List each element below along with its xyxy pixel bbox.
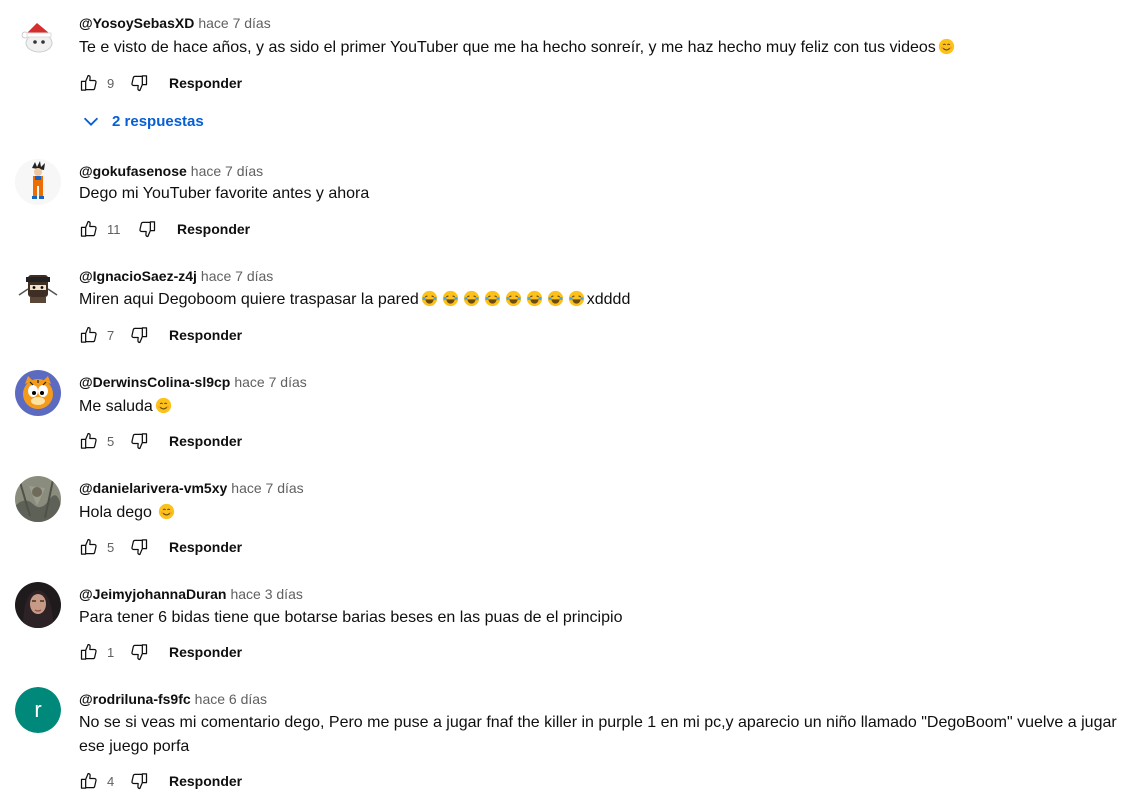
avatar-letter: r — [34, 697, 42, 722]
replies-count-label: 2 respuestas — [112, 112, 204, 130]
comment-text: Hola dego — [79, 501, 1119, 525]
avatar-person-photo-icon — [15, 582, 61, 628]
avatar[interactable] — [15, 159, 61, 205]
comment-text: Me saluda — [79, 395, 1119, 419]
comment-actions: 11 Responder — [79, 217, 250, 241]
avatar-garfield-cat-icon — [15, 370, 61, 416]
comment-header: @rodriluna-fs9fc hace 6 días — [79, 690, 267, 708]
like-count: 4 — [107, 773, 115, 789]
thumbs-down-icon[interactable] — [137, 219, 157, 239]
comment-actions: 9 Responder — [79, 71, 242, 95]
laughing-tears-emoji-icon — [568, 290, 585, 307]
comment-text: No se si veas mi comentario dego, Pero m… — [79, 714, 1117, 755]
laughing-tears-emoji-icon — [526, 290, 543, 307]
thumbs-up-icon[interactable] — [79, 431, 99, 451]
thumbs-down-icon[interactable] — [129, 73, 149, 93]
like-count: 1 — [107, 644, 115, 660]
thumbs-down-icon[interactable] — [129, 771, 149, 791]
comment-time[interactable]: hace 6 días — [195, 691, 267, 707]
comment-author[interactable]: @gokufasenose — [79, 163, 187, 179]
reply-button[interactable]: Responder — [169, 773, 242, 789]
thumbs-up-icon[interactable] — [79, 73, 99, 93]
thumbs-up-icon[interactable] — [79, 325, 99, 345]
thumbs-down-icon[interactable] — [129, 642, 149, 662]
reply-button[interactable]: Responder — [169, 644, 242, 660]
comment-text: Miren aqui Degoboom quiere traspasar la … — [79, 288, 1119, 312]
reply-button[interactable]: Responder — [169, 327, 242, 343]
avatar[interactable]: r — [15, 687, 61, 733]
avatar[interactable] — [15, 582, 61, 628]
avatar[interactable] — [15, 476, 61, 522]
comment-time[interactable]: hace 7 días — [234, 374, 306, 390]
reply-button[interactable]: Responder — [177, 221, 250, 237]
comment-header: @danielarivera-vm5xy hace 7 días — [79, 479, 304, 497]
comment-author[interactable]: @rodriluna-fs9fc — [79, 691, 191, 707]
like-count: 11 — [107, 221, 121, 237]
comment-header: @IgnacioSaez-z4j hace 7 días — [79, 267, 273, 285]
comment-text-content: Hola dego — [79, 504, 152, 521]
comment-author[interactable]: @IgnacioSaez-z4j — [79, 268, 197, 284]
comment-text: Para tener 6 bidas tiene que botarse bar… — [79, 609, 623, 626]
thumbs-up-icon[interactable] — [79, 771, 99, 791]
laughing-tears-emoji-icon — [463, 290, 480, 307]
avatar-ninja-character-icon — [15, 265, 61, 311]
chevron-down-icon — [83, 117, 99, 126]
avatar[interactable] — [15, 265, 61, 311]
comment-author[interactable]: @DerwinsColina-sl9cp — [79, 374, 230, 390]
smiling-face-emoji-icon — [158, 503, 175, 520]
like-count: 7 — [107, 327, 115, 343]
comment-time[interactable]: hace 7 días — [201, 268, 273, 284]
comment-header: @DerwinsColina-sl9cp hace 7 días — [79, 373, 307, 391]
comment-header: @gokufasenose hace 7 días — [79, 162, 263, 180]
avatar-photo-icon — [15, 476, 61, 522]
avatar[interactable] — [15, 370, 61, 416]
thumbs-down-icon[interactable] — [129, 325, 149, 345]
laughing-tears-emoji-icon — [442, 290, 459, 307]
comment-actions: 5 Responder — [79, 535, 242, 559]
comment-actions: 1 Responder — [79, 640, 242, 664]
comment-text-suffix: xdddd — [586, 291, 631, 308]
reply-button[interactable]: Responder — [169, 75, 242, 91]
thumbs-up-icon[interactable] — [79, 219, 99, 239]
comment-text-content: Te e visto de hace años, y as sido el pr… — [79, 39, 936, 56]
like-count: 9 — [107, 75, 115, 91]
thumbs-up-icon[interactable] — [79, 537, 99, 557]
like-count: 5 — [107, 433, 115, 449]
comment-time[interactable]: hace 7 días — [231, 480, 303, 496]
comment-actions: 7 Responder — [79, 323, 242, 347]
smiling-face-emoji-icon — [938, 38, 955, 55]
laughing-tears-emoji-icon — [505, 290, 522, 307]
thumbs-up-icon[interactable] — [79, 642, 99, 662]
comment-time[interactable]: hace 3 días — [230, 586, 302, 602]
laughing-tears-emoji-icon — [484, 290, 501, 307]
avatar[interactable] — [15, 13, 61, 59]
comment-author[interactable]: @YosoySebasXD — [79, 15, 194, 31]
comment-author[interactable]: @danielarivera-vm5xy — [79, 480, 227, 496]
laughing-tears-emoji-icon — [421, 290, 438, 307]
comment-text: Te e visto de hace años, y as sido el pr… — [79, 36, 1119, 60]
avatar-goku-figure-icon — [15, 159, 61, 205]
smiling-face-emoji-icon — [155, 397, 172, 414]
comment-time[interactable]: hace 7 días — [198, 15, 270, 31]
thumbs-down-icon[interactable] — [129, 537, 149, 557]
comment-time[interactable]: hace 7 días — [191, 163, 263, 179]
comment-actions: 5 Responder — [79, 429, 242, 453]
reply-button[interactable]: Responder — [169, 539, 242, 555]
avatar-santa-character-icon — [15, 13, 61, 59]
comment-header: @YosoySebasXD hace 7 días — [79, 14, 271, 32]
comment-text: Dego mi YouTuber favorite antes y ahora — [79, 185, 370, 202]
comment-actions: 4 Responder — [79, 769, 242, 793]
comment-text-content: Miren aqui Degoboom quiere traspasar la … — [79, 291, 419, 308]
view-replies-button[interactable]: 2 respuestas — [80, 110, 204, 132]
comment-header: @JeimyjohannaDuran hace 3 días — [79, 585, 303, 603]
comment-author[interactable]: @JeimyjohannaDuran — [79, 586, 226, 602]
reply-button[interactable]: Responder — [169, 433, 242, 449]
laughing-tears-emoji-icon — [547, 290, 564, 307]
thumbs-down-icon[interactable] — [129, 431, 149, 451]
comment-text-content: Me saluda — [79, 398, 153, 415]
like-count: 5 — [107, 539, 115, 555]
